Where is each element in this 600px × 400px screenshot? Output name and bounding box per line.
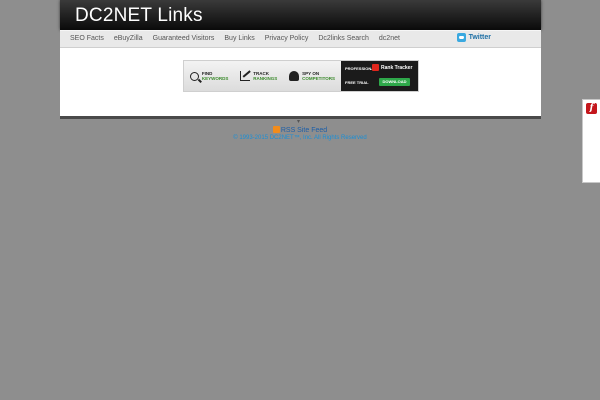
rss-icon [272, 126, 280, 133]
rankings-label: RANKINGS [253, 76, 278, 81]
nav-item-dc2net[interactable]: dc2net [379, 31, 400, 47]
nav-item-guaranteed-visitors[interactable]: Guaranteed Visitors [153, 31, 215, 47]
twitter-label: Twitter [468, 34, 491, 41]
free-trial-label: FREE TRIAL [345, 80, 369, 85]
banner-track-rankings: TRACK RANKINGS [240, 71, 277, 81]
trend-chart-icon [240, 71, 251, 81]
magnifier-icon [189, 71, 199, 81]
main-nav: SEO Facts eBuyZilla Guaranteed Visitors … [60, 30, 541, 48]
rss-feed: RSS Site Feed [0, 126, 600, 134]
download-button[interactable]: DOWNLOAD [379, 78, 410, 86]
rank-tracker-banner[interactable]: FIND KEYWORDS TRACK RANKINGS SPY ON COMPETI… [183, 60, 419, 92]
twitter-link[interactable]: Twitter [456, 33, 491, 42]
down-arrow-icon: ▾ [297, 119, 301, 125]
banner-spy-competitors: SPY ON COMPETITORS [289, 71, 335, 81]
nav-item-privacy-policy[interactable]: Privacy Policy [265, 31, 309, 47]
banner-features: FIND KEYWORDS TRACK RANKINGS SPY ON COMPETI… [184, 61, 341, 91]
rank-tracker-label: Rank Tracker [381, 65, 413, 71]
site-title[interactable]: DC2NET Links [75, 5, 203, 27]
page-wrapper: DC2NET Links SEO Facts eBuyZilla Guarant… [60, 0, 541, 119]
keywords-label: KEYWORDS [201, 76, 229, 81]
banner-find-keywords: FIND KEYWORDS [189, 71, 229, 81]
twitter-icon [456, 33, 466, 42]
nav-item-buy-links[interactable]: Buy Links [224, 31, 254, 47]
competitors-label: COMPETITORS [302, 76, 336, 81]
flash-plugin-tab[interactable]: f [582, 99, 600, 183]
spy-icon [289, 71, 300, 81]
rss-feed-link[interactable]: RSS Site Feed [281, 127, 327, 134]
site-header: DC2NET Links [60, 0, 541, 30]
footer-divider [60, 116, 541, 119]
nav-item-dc2links-search[interactable]: Dc2links Search [318, 31, 369, 47]
flash-icon: f [586, 103, 597, 114]
nav-item-ebuyzilla[interactable]: eBuyZilla [114, 31, 143, 47]
copyright-text: © 1993-2015 DC2NET™, Inc. All Rights Res… [233, 135, 367, 141]
content-area: FIND KEYWORDS TRACK RANKINGS SPY ON COMPETI… [60, 48, 541, 116]
banner-cta: PROFESSIONAL Rank Tracker FREE TRIAL DOW… [341, 61, 418, 91]
nav-item-seo-facts[interactable]: SEO Facts [70, 31, 104, 47]
rank-tracker-logo-icon [372, 64, 379, 71]
